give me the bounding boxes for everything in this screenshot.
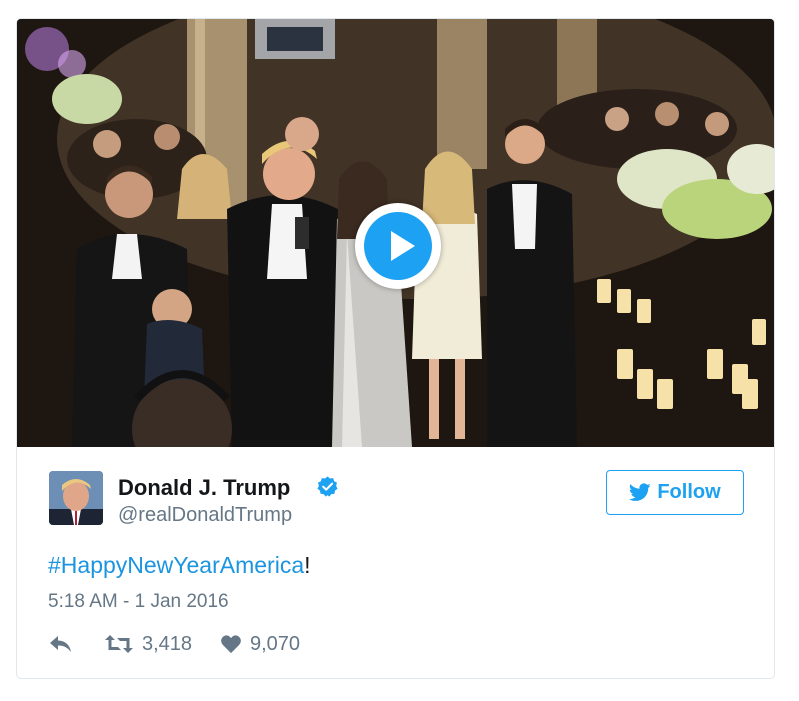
- verified-icon: [317, 476, 338, 497]
- reply-button[interactable]: [48, 629, 74, 659]
- reply-icon: [50, 636, 71, 652]
- hashtag-link[interactable]: #HappyNewYearAmerica: [48, 552, 304, 578]
- avatar[interactable]: [49, 471, 103, 525]
- embedded-tweet-card: Donald J. Trump @realDonaldTrump Follow …: [16, 18, 775, 679]
- author-name[interactable]: Donald J. Trump: [118, 475, 290, 501]
- retweet-count: 3,418: [142, 632, 193, 655]
- play-button[interactable]: [355, 203, 441, 289]
- play-icon: [391, 231, 415, 261]
- retweet-icon: [105, 635, 133, 653]
- tweet-actions: 3,418 9,070: [48, 629, 448, 659]
- follow-button[interactable]: Follow: [606, 470, 744, 515]
- twitter-bird-icon: [629, 483, 651, 501]
- video-thumbnail[interactable]: [17, 19, 774, 447]
- like-count: 9,070: [250, 632, 301, 655]
- author-handle[interactable]: @realDonaldTrump: [118, 504, 292, 527]
- follow-label: Follow: [657, 481, 721, 503]
- like-button[interactable]: 9,070: [220, 629, 300, 659]
- timestamp-link[interactable]: 5:18 AM - 1 Jan 2016: [48, 591, 229, 613]
- tweet-text: #HappyNewYearAmerica!: [48, 552, 311, 579]
- heart-icon: [221, 635, 241, 654]
- retweet-button[interactable]: 3,418: [104, 629, 192, 659]
- tweet-text-suffix: !: [304, 552, 311, 578]
